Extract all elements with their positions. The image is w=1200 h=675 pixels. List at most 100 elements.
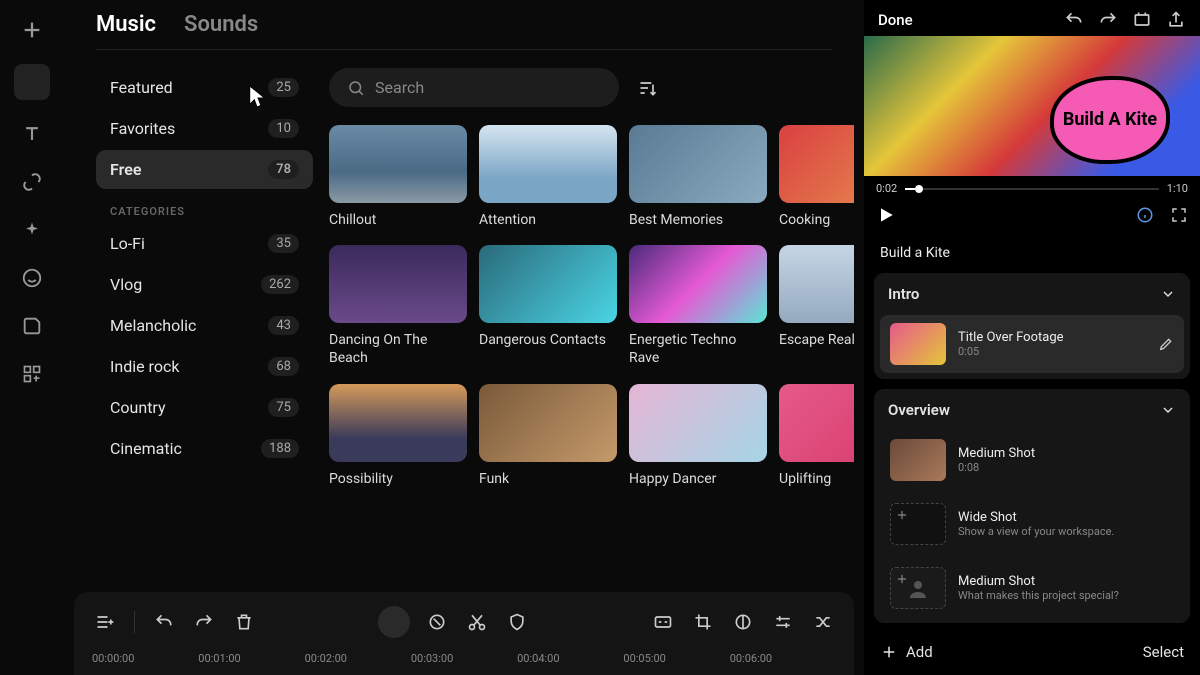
time-marker: 00:02:00 [305, 652, 411, 665]
card-thumb [479, 384, 617, 462]
delete-icon[interactable] [231, 609, 257, 635]
sidebar-item-melancholic[interactable]: Melancholic 43 [96, 306, 313, 345]
card-label: Attention [479, 211, 617, 229]
sliders-icon[interactable] [770, 609, 796, 635]
sort-icon[interactable] [635, 75, 661, 101]
clip-row[interactable]: Medium ShotWhat makes this project speci… [880, 559, 1184, 617]
cut-icon[interactable] [464, 609, 490, 635]
chevron-down-icon [1160, 402, 1176, 418]
add-clip-thumb[interactable] [890, 567, 946, 609]
text-icon[interactable] [18, 120, 46, 148]
clip-name: Wide Shot [958, 510, 1174, 525]
section-header[interactable]: Overview [874, 389, 1190, 431]
sidebar-item-lofi[interactable]: Lo-Fi35 [96, 224, 313, 263]
sidebar-item-label: Country [110, 398, 166, 417]
sidebar-item-indierock[interactable]: Indie rock68 [96, 347, 313, 386]
music-card[interactable]: Dancing On The Beach [329, 245, 467, 367]
sidebar-item-label: Favorites [110, 119, 175, 138]
count-badge: 35 [268, 234, 299, 253]
music-card[interactable]: Escape Reality [779, 245, 854, 367]
category-sidebar: Featured25 Favorites10 Free78 CATEGORIES… [64, 60, 329, 586]
tab-music[interactable]: Music [96, 12, 156, 45]
sidebar-item-vlog[interactable]: Vlog262 [96, 265, 313, 304]
divider [96, 49, 832, 50]
top-tabs: Music Sounds [64, 0, 864, 49]
music-icon[interactable] [14, 64, 50, 100]
section-title: Overview [888, 401, 950, 419]
clip-row[interactable]: Medium Shot0:08 [880, 431, 1184, 489]
sidebar-item-label: Featured [110, 78, 173, 97]
shuffle-icon[interactable] [810, 609, 836, 635]
redo-icon[interactable] [191, 609, 217, 635]
card-label: Escape Reality [779, 331, 854, 349]
card-label: Dangerous Contacts [479, 331, 617, 349]
sidebar-item-free[interactable]: Free78 [96, 150, 313, 189]
undo-icon[interactable] [1064, 10, 1084, 30]
edit-icon[interactable] [1158, 336, 1174, 352]
add-track-icon[interactable] [92, 609, 118, 635]
search-input[interactable]: Search [329, 68, 619, 107]
add-icon[interactable] [18, 16, 46, 44]
sidebar-item-featured[interactable]: Featured25 [96, 68, 313, 107]
preview-viewport[interactable]: Build A Kite [864, 36, 1200, 176]
emoji-icon[interactable] [18, 264, 46, 292]
section-intro: Intro Title Over Footage 0:05 [874, 273, 1190, 379]
count-badge: 68 [268, 357, 299, 376]
card-thumb [329, 384, 467, 462]
aspect-icon[interactable] [1132, 10, 1152, 30]
timeline-ruler[interactable]: 00:00:00 00:01:00 00:02:00 00:03:00 00:0… [88, 648, 840, 675]
share-icon[interactable] [1166, 10, 1186, 30]
select-button[interactable]: Select [1143, 643, 1184, 661]
clip-name: Medium Shot [958, 446, 1174, 461]
music-grid: Chillout Attention Best Memories Cooking… [329, 125, 854, 488]
preview-panel: Done Build A Kite 0:02 1:10 Build a Kite… [864, 0, 1200, 675]
extension-icon[interactable] [18, 312, 46, 340]
music-card[interactable]: Uplifting [779, 384, 854, 488]
count-badge: 43 [268, 316, 299, 335]
scrub-track[interactable] [905, 188, 1159, 190]
section-title: Intro [888, 285, 919, 303]
music-card[interactable]: Dangerous Contacts [479, 245, 617, 367]
captions-icon[interactable] [650, 609, 676, 635]
scrubber[interactable]: 0:02 1:10 [864, 176, 1200, 201]
music-card[interactable]: Cooking [779, 125, 854, 229]
music-card[interactable]: Attention [479, 125, 617, 229]
card-label: Uplifting [779, 470, 854, 488]
sidebar-item-country[interactable]: Country75 [96, 388, 313, 427]
clip-row[interactable]: Wide ShotShow a view of your workspace. [880, 495, 1184, 553]
tab-sounds[interactable]: Sounds [184, 12, 258, 45]
apps-icon[interactable] [18, 360, 46, 388]
add-section-button[interactable]: Add [880, 643, 933, 661]
redo-icon[interactable] [1098, 10, 1118, 30]
music-card[interactable]: Happy Dancer [629, 384, 767, 488]
fullscreen-icon[interactable] [1170, 206, 1188, 224]
card-thumb [779, 125, 854, 203]
section-header[interactable]: Intro [874, 273, 1190, 315]
clip-row[interactable]: Title Over Footage 0:05 [880, 315, 1184, 373]
music-browser: Search Chillout Attention Best Memories … [329, 60, 864, 586]
undo-icon[interactable] [151, 609, 177, 635]
info-icon[interactable] [1136, 206, 1154, 224]
music-card[interactable]: Funk [479, 384, 617, 488]
done-button[interactable]: Done [878, 11, 913, 29]
sidebar-item-favorites[interactable]: Favorites10 [96, 109, 313, 148]
time-marker: 00:03:00 [411, 652, 517, 665]
play-button[interactable] [876, 205, 896, 225]
crop-icon[interactable] [690, 609, 716, 635]
sparkle-icon[interactable] [18, 216, 46, 244]
pointer-icon[interactable] [378, 606, 410, 638]
shield-icon[interactable] [504, 609, 530, 635]
project-title: Build a Kite [864, 235, 1200, 269]
add-clip-thumb[interactable] [890, 503, 946, 545]
sidebar-item-label: Melancholic [110, 316, 196, 335]
link-icon[interactable] [18, 168, 46, 196]
time-marker: 00:06:00 [730, 652, 836, 665]
music-card[interactable]: Best Memories [629, 125, 767, 229]
sidebar-item-cinematic[interactable]: Cinematic188 [96, 429, 313, 468]
search-icon [347, 79, 365, 97]
tag-icon[interactable] [424, 609, 450, 635]
adjust-icon[interactable] [730, 609, 756, 635]
music-card[interactable]: Chillout [329, 125, 467, 229]
music-card[interactable]: Energetic Techno Rave [629, 245, 767, 367]
music-card[interactable]: Possibility [329, 384, 467, 488]
